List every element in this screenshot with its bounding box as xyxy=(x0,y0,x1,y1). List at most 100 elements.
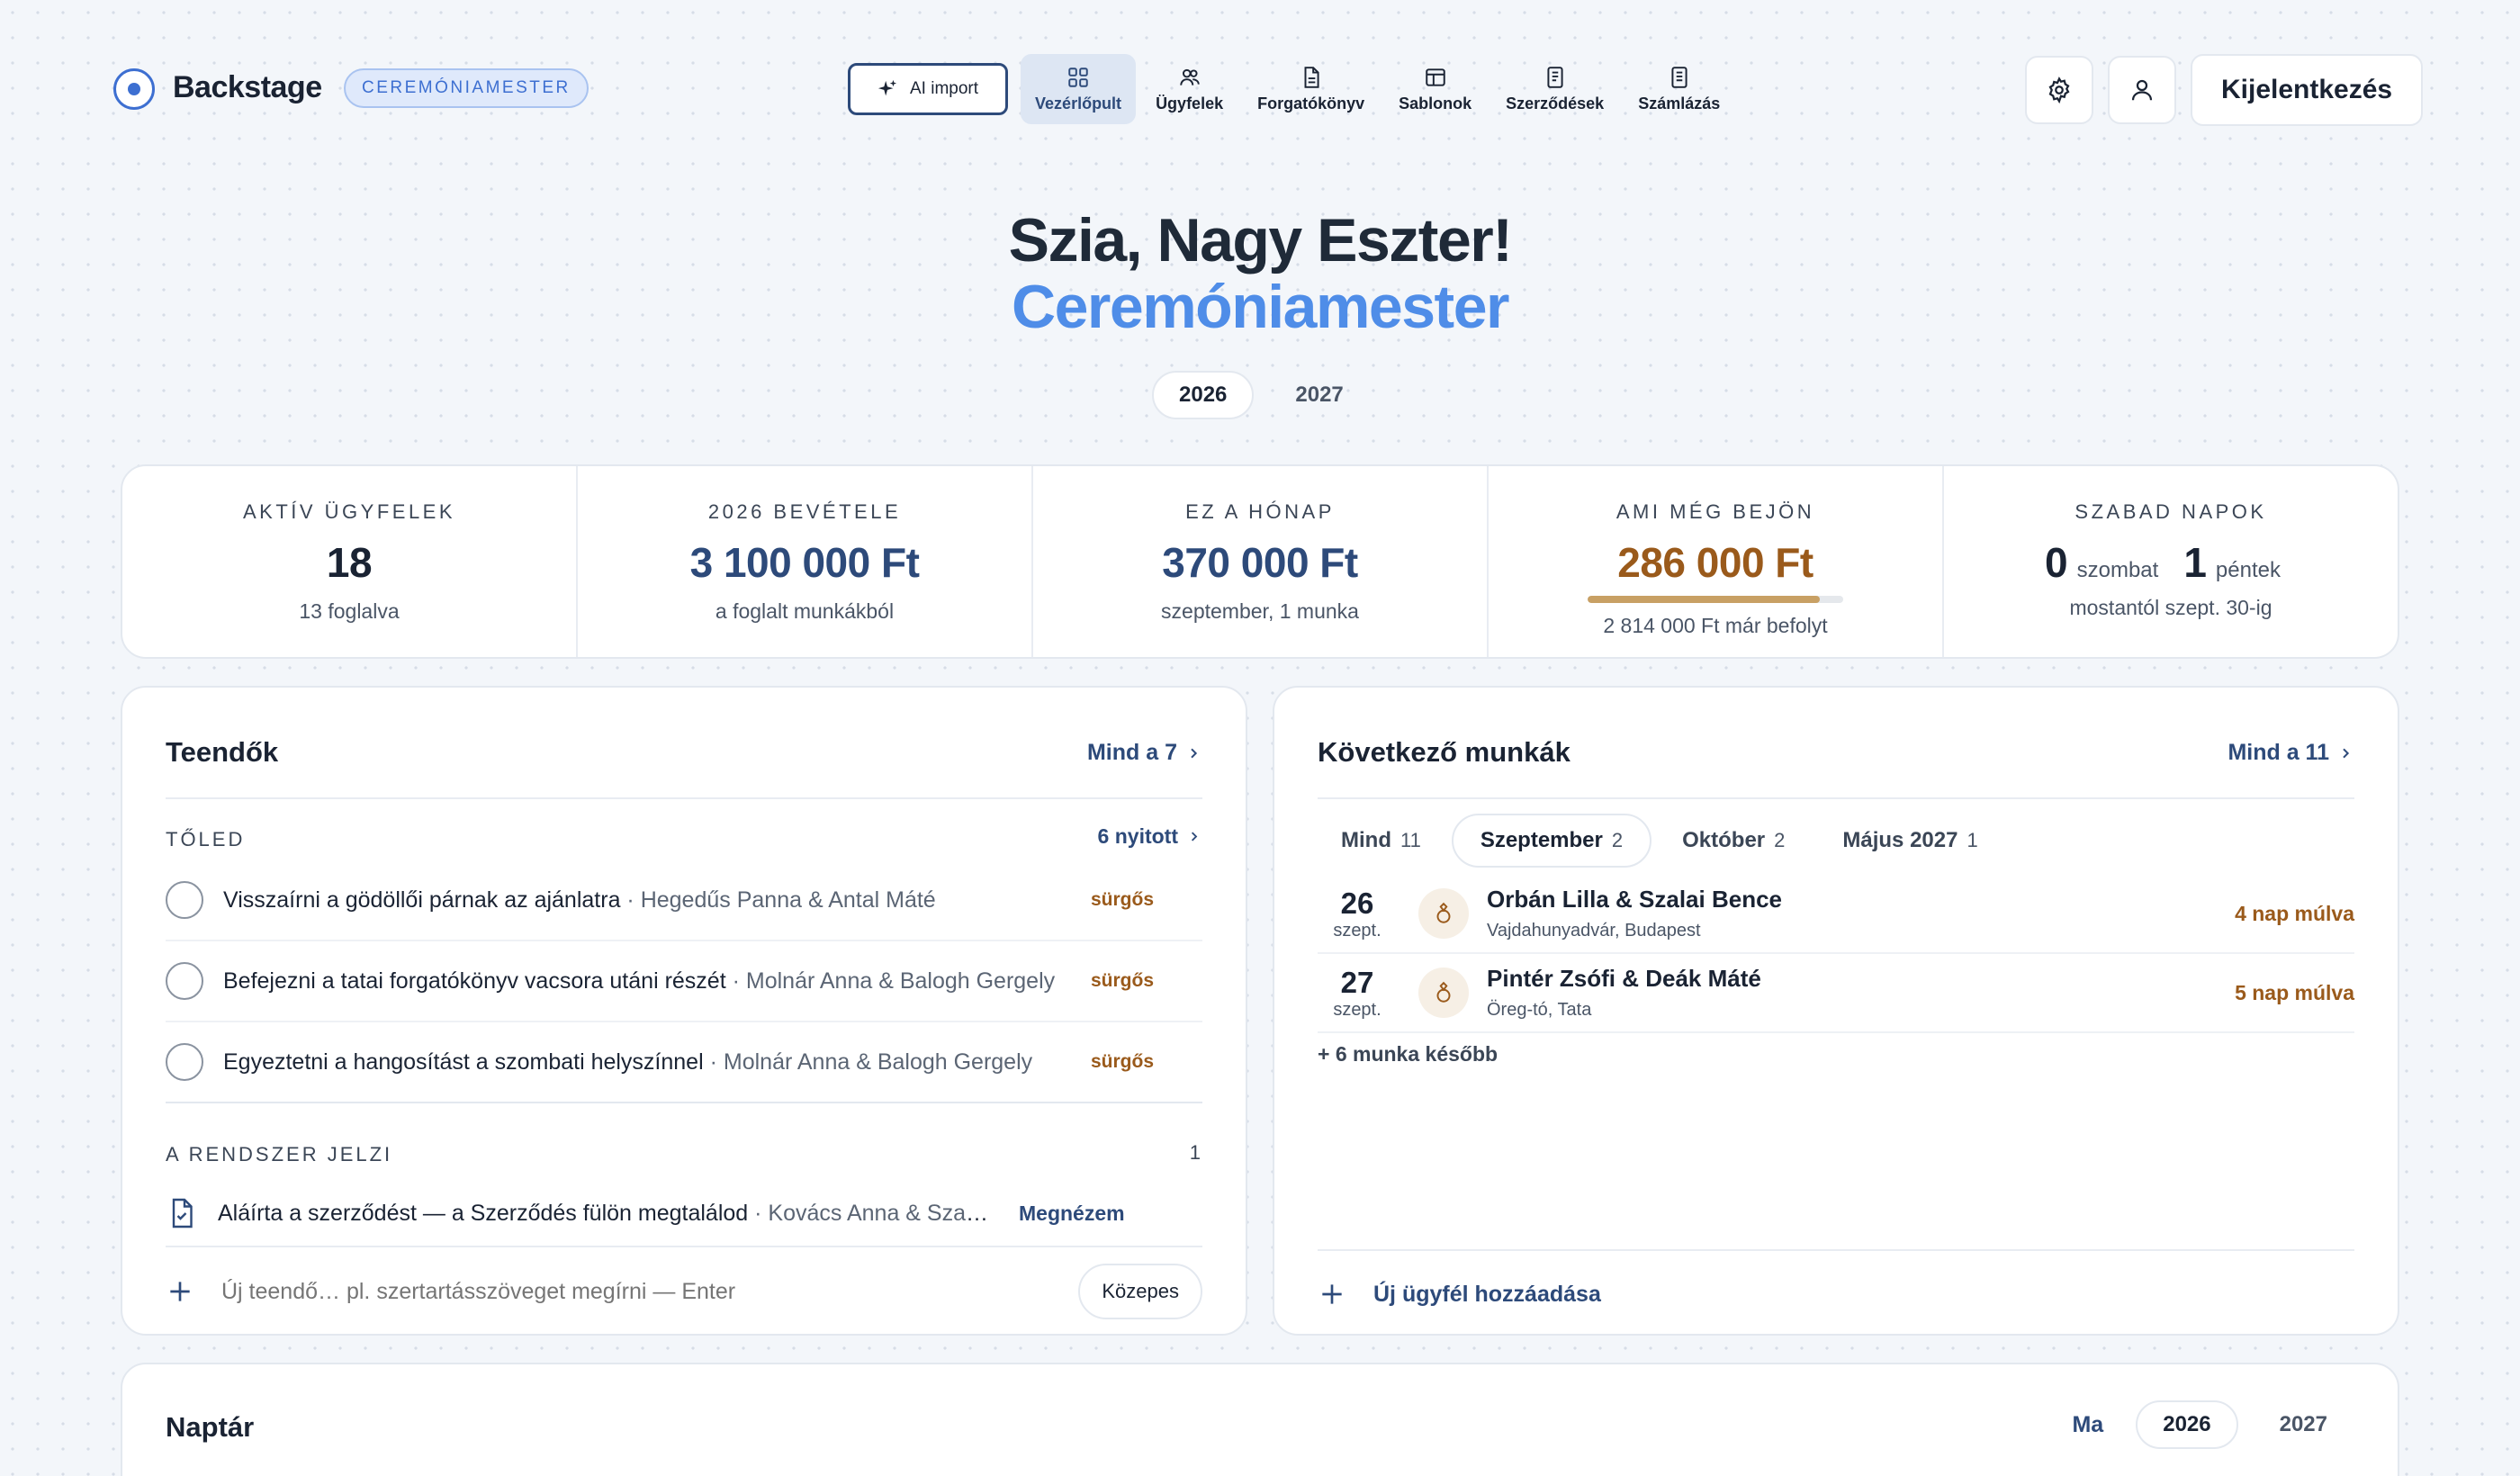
jobs-title: Következő munkák xyxy=(1318,736,1570,768)
free-friday-count: 1 xyxy=(2183,539,2207,586)
urgent-badge: sürgős xyxy=(1091,1051,1155,1072)
todo-checkbox[interactable] xyxy=(166,881,203,919)
jobs-all-label: Mind a 11 xyxy=(2228,740,2329,765)
role-badge: CEREMÓNIAMESTER xyxy=(344,68,589,108)
year-tab-2027[interactable]: 2027 xyxy=(1270,371,1368,419)
stat-free-days[interactable]: SZABAD NAPOK 0 szombat 1 péntek mostantó… xyxy=(1944,466,2398,657)
tab-all[interactable]: Mind 11 xyxy=(1314,814,1448,868)
todo-item: Egyeztetni a hangosítást a szombati hely… xyxy=(166,1022,1202,1103)
add-client-label: Új ügyfél hozzáadása xyxy=(1373,1281,1601,1307)
todo-text[interactable]: Visszaírni a gödöllői párnak az ajánlatr… xyxy=(223,887,1078,914)
tab-count: 2 xyxy=(1774,829,1786,851)
payment-progress-bar xyxy=(1588,596,1843,603)
tab-may-2027[interactable]: Május 2027 1 xyxy=(1815,814,2004,868)
settings-button[interactable] xyxy=(2025,56,2093,124)
tab-label: Október xyxy=(1682,828,1766,852)
free-days-row: 0 szombat 1 péntek xyxy=(2045,538,2297,587)
todo-client: · Hegedűs Panna & Antal Máté xyxy=(626,886,936,913)
todo-text[interactable]: Egyeztetni a hangosítást a szombati hely… xyxy=(223,1049,1078,1076)
nav-label: Szerződések xyxy=(1506,94,1605,112)
stat-sub: 13 foglalva xyxy=(299,599,400,623)
calendar-year-2027[interactable]: 2027 xyxy=(2254,1400,2353,1449)
nav-item-contracts[interactable]: Szerződések xyxy=(1491,54,1618,124)
stat-label: AKTÍV ÜGYFELEK xyxy=(242,500,456,523)
job-item[interactable]: 27 szept. Pintér Zsófi & Deák Máté Öreg-… xyxy=(1318,954,2354,1033)
view-button[interactable]: Megnézem xyxy=(1019,1202,1125,1226)
ring-icon xyxy=(1418,888,1469,939)
stat-active-clients[interactable]: AKTÍV ÜGYFELEK 18 13 foglalva xyxy=(122,466,578,657)
todo-client: · Molnár Anna & Balogh Gergely xyxy=(732,968,1056,994)
nav-item-script[interactable]: Forgatókönyv xyxy=(1243,54,1379,124)
year-switcher: 2026 2027 xyxy=(1152,371,1369,419)
todo-checkbox[interactable] xyxy=(166,1043,203,1081)
job-countdown: 5 nap múlva xyxy=(2235,980,2354,1004)
tab-september[interactable]: Szeptember 2 xyxy=(1451,814,1652,868)
more-jobs-link[interactable]: + 6 munka később xyxy=(1318,1042,1498,1066)
nav-label: Sablonok xyxy=(1399,94,1472,112)
nav-item-clients[interactable]: Ügyfelek xyxy=(1141,54,1238,124)
document-check-icon xyxy=(172,1198,193,1228)
divider xyxy=(166,797,1202,799)
todos-title: Teendők xyxy=(166,736,279,768)
todo-checkbox[interactable] xyxy=(166,962,203,1000)
stat-sub: szeptember, 1 munka xyxy=(1161,599,1359,623)
jobs-all-link[interactable]: Mind a 11 xyxy=(2228,740,2353,766)
stat-label: 2026 BEVÉTELE xyxy=(707,500,902,523)
stat-value: 370 000 Ft xyxy=(1162,539,1358,586)
stat-value: 3 100 000 Ft xyxy=(689,539,920,586)
system-notice: Aláírta a szerződést — a Szerződés fülön… xyxy=(166,1181,1202,1247)
stat-revenue[interactable]: 2026 BEVÉTELE 3 100 000 Ft a foglalt mun… xyxy=(578,466,1033,657)
todos-card: Teendők Mind a 7 TŐLED 6 nyitott Visszaí… xyxy=(121,686,1247,1336)
system-label: A RENDSZER JELZI xyxy=(166,1143,393,1166)
tab-october[interactable]: Október 2 xyxy=(1655,814,1812,868)
priority-select[interactable]: Közepes xyxy=(1078,1264,1202,1319)
tab-label: Május 2027 xyxy=(1842,828,1958,852)
calendar-year-2026[interactable]: 2026 xyxy=(2136,1400,2238,1449)
contract-icon xyxy=(1547,66,1563,88)
job-date: 26 szept. xyxy=(1318,886,1397,941)
nav-item-dashboard[interactable]: Vezérlőpult xyxy=(1021,54,1137,124)
add-client-button[interactable]: Új ügyfél hozzáadása xyxy=(1318,1267,1601,1321)
job-month: szept. xyxy=(1333,920,1382,940)
sparkle-icon xyxy=(878,79,897,96)
job-item[interactable]: 26 szept. Orbán Lilla & Szalai Bence Vaj… xyxy=(1318,875,2354,954)
ai-import-button[interactable]: AI import xyxy=(848,63,1009,115)
open-todos-link[interactable]: 6 nyitott xyxy=(1098,824,1201,849)
stat-this-month[interactable]: EZ A HÓNAP 370 000 Ft szeptember, 1 munk… xyxy=(1033,466,1489,657)
chevron-right-icon xyxy=(2343,748,2350,758)
free-friday-label: péntek xyxy=(2215,558,2281,582)
free-saturday-label: szombat xyxy=(2076,558,2159,582)
document-icon xyxy=(1304,66,1319,88)
logout-button[interactable]: Kijelentkezés xyxy=(2191,54,2424,126)
stat-label: AMI MÉG BEJÖN xyxy=(1616,500,1815,523)
nav-item-templates[interactable]: Sablonok xyxy=(1384,54,1486,124)
todos-all-link[interactable]: Mind a 7 xyxy=(1087,740,1201,766)
brand-logo-icon[interactable] xyxy=(113,68,155,110)
stat-incoming[interactable]: AMI MÉG BEJÖN 286 000 Ft 2 814 000 Ft má… xyxy=(1489,466,1944,657)
urgent-badge: sürgős xyxy=(1091,889,1155,910)
urgent-badge: sürgős xyxy=(1091,970,1155,991)
today-button[interactable]: Ma xyxy=(2056,1412,2120,1438)
profile-button[interactable] xyxy=(2108,56,2176,124)
gear-icon xyxy=(2048,76,2070,104)
system-count: 1 xyxy=(1189,1141,1201,1164)
job-date: 27 szept. xyxy=(1318,966,1397,1021)
job-month: szept. xyxy=(1333,999,1382,1020)
tab-count: 1 xyxy=(1966,829,1978,851)
stat-sub: mostantól szept. 30-ig xyxy=(2069,596,2272,619)
brand-name[interactable]: Backstage xyxy=(173,70,322,105)
nav-label: Ügyfelek xyxy=(1156,94,1224,112)
stat-label: EZ A HÓNAP xyxy=(1185,500,1335,523)
new-todo-input[interactable] xyxy=(221,1278,1013,1305)
job-info: Pintér Zsófi & Deák Máté Öreg-tó, Tata xyxy=(1487,965,1761,1021)
stat-value: 18 xyxy=(326,539,373,586)
tab-count: 11 xyxy=(1400,829,1421,851)
todo-title: Visszaírni a gödöllői párnak az ajánlatr… xyxy=(223,886,621,913)
plus-icon xyxy=(1322,1284,1342,1304)
job-info: Orbán Lilla & Szalai Bence Vajdahunyadvá… xyxy=(1487,886,1782,941)
plus-icon xyxy=(170,1282,190,1301)
todo-item: Befejezni a tatai forgatókönyv vacsora u… xyxy=(166,941,1202,1022)
todo-text[interactable]: Befejezni a tatai forgatókönyv vacsora u… xyxy=(223,968,1078,994)
nav-item-invoices[interactable]: Számlázás xyxy=(1624,54,1734,124)
year-tab-2026[interactable]: 2026 xyxy=(1152,371,1255,419)
